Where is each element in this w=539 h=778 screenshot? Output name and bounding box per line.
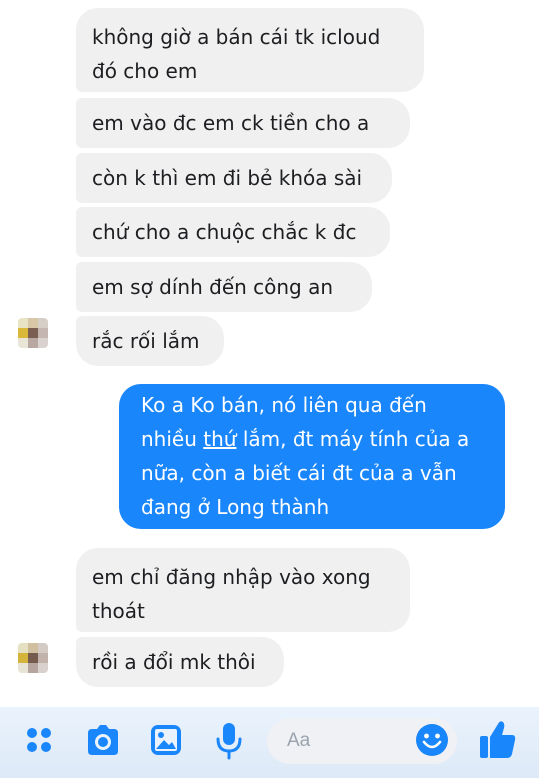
message-line: đang ở Long thành (141, 495, 330, 519)
message-line: thoát (92, 599, 145, 623)
grid-icon[interactable] (24, 725, 54, 755)
message-bubble-incoming[interactable]: chứ cho a chuộc chắc k đc (76, 207, 390, 257)
message-line: không giờ a bán cái tk icloud (92, 25, 381, 49)
contact-avatar[interactable] (18, 318, 48, 348)
avatar-pixel (28, 318, 38, 328)
message-bubble-outgoing[interactable]: Ko a Ko bán, nó liên qua đến nhiều thứ l… (119, 384, 505, 529)
avatar-pixel (28, 643, 38, 653)
microphone-icon[interactable] (214, 721, 244, 761)
avatar-pixel (18, 338, 28, 348)
avatar-pixel (28, 653, 38, 663)
camera-icon[interactable] (84, 723, 122, 757)
avatar-pixel (38, 663, 48, 673)
message-bubble-incoming[interactable]: không giờ a bán cái tk icloud đó cho em (76, 8, 424, 92)
message-bubble-incoming[interactable]: còn k thì em đi bẻ khóa sài (76, 153, 392, 203)
avatar-pixel (38, 653, 48, 663)
message-line: đó cho em (92, 59, 198, 83)
message-word: nhiều (141, 427, 197, 451)
avatar-pixel (38, 328, 48, 338)
message-line: em sợ dính đến công an (92, 275, 334, 299)
message-input-placeholder: Aa (287, 730, 311, 751)
message-word: lắm, đt máy tính của a (242, 427, 470, 451)
message-line: chứ cho a chuộc chắc k đc (92, 220, 357, 244)
message-word-underlined[interactable]: thứ (203, 427, 236, 451)
message-bubble-incoming[interactable]: rắc rối lắm (76, 316, 224, 366)
avatar-pixel (18, 653, 28, 663)
message-bubble-incoming[interactable]: rồi a đổi mk thôi (76, 637, 284, 687)
emoji-icon[interactable] (414, 722, 450, 758)
avatar-pixel (18, 663, 28, 673)
avatar-pixel (28, 328, 38, 338)
message-line: còn k thì em đi bẻ khóa sài (92, 166, 363, 190)
message-line: em vào đc em ck tiền cho a (92, 111, 370, 135)
message-line: rắc rối lắm (92, 329, 200, 353)
avatar-pixel (18, 318, 28, 328)
message-bubble-incoming[interactable]: em sợ dính đến công an (76, 262, 372, 312)
avatar-pixel (38, 318, 48, 328)
message-line: nhiều thứ lắm, đt máy tính của a (141, 422, 483, 456)
message-bubble-incoming[interactable]: em vào đc em ck tiền cho a (76, 98, 410, 148)
message-line: nữa, còn a biết cái đt của a vẫn (141, 461, 457, 485)
contact-avatar[interactable] (18, 643, 48, 673)
avatar-pixel (28, 338, 38, 348)
message-bubble-incoming[interactable]: em chỉ đăng nhập vào xong thoát (76, 548, 410, 632)
message-line: em chỉ đăng nhập vào xong (92, 565, 371, 589)
gallery-icon[interactable] (148, 722, 184, 758)
avatar-pixel (18, 643, 28, 653)
avatar-pixel (38, 338, 48, 348)
avatar-pixel (38, 643, 48, 653)
avatar-pixel (18, 328, 28, 338)
thumbs-up-icon[interactable] (478, 718, 518, 760)
message-line: rồi a đổi mk thôi (92, 650, 256, 674)
message-line: Ko a Ko bán, nó liên qua đến (141, 393, 427, 417)
avatar-pixel (28, 663, 38, 673)
